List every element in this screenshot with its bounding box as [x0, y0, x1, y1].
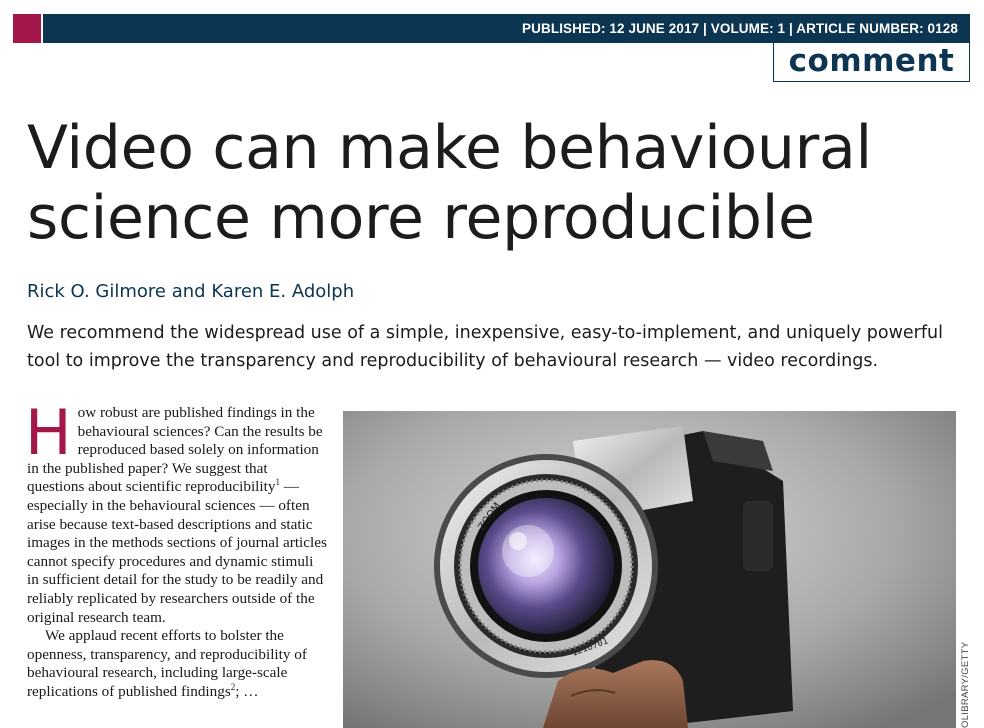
body-p1-text-b: — especially in the behavioural sciences…	[27, 478, 327, 626]
section-label: comment	[773, 43, 970, 82]
body-paragraph-2: We applaud recent efforts to bolster the…	[27, 627, 327, 701]
article-body-column: How robust are published findings in the…	[27, 404, 327, 728]
body-p2-text-b: ; …	[235, 682, 259, 700]
header-accent-block	[13, 14, 41, 43]
publication-meta: PUBLISHED: 12 JUNE 2017 | VOLUME: 1 | AR…	[522, 21, 958, 36]
title-line-1: Video can make behavioural	[27, 113, 872, 183]
section-label-text: comment	[788, 43, 955, 79]
article-standfirst: We recommend the widespread use of a sim…	[27, 323, 943, 371]
camera-illustration: ZOOM 1218701	[343, 411, 956, 728]
photo-credit: OLIBRARY/GETTY	[960, 641, 971, 728]
camera-side-knob-icon	[743, 501, 773, 571]
article-authors: Rick O. Gilmore and Karen E. Adolph	[27, 281, 355, 302]
camera-photo: ZOOM 1218701	[343, 411, 956, 728]
article-title: Video can make behavioural science more …	[27, 113, 927, 253]
body-paragraph-1: How robust are published findings in the…	[27, 404, 327, 627]
drop-cap: H	[27, 404, 72, 469]
title-line-2: science more reproducible	[27, 183, 815, 253]
header-bar: PUBLISHED: 12 JUNE 2017 | VOLUME: 1 | AR…	[43, 14, 970, 43]
body-p2-text-a: We applaud recent efforts to bolster the…	[27, 627, 307, 700]
